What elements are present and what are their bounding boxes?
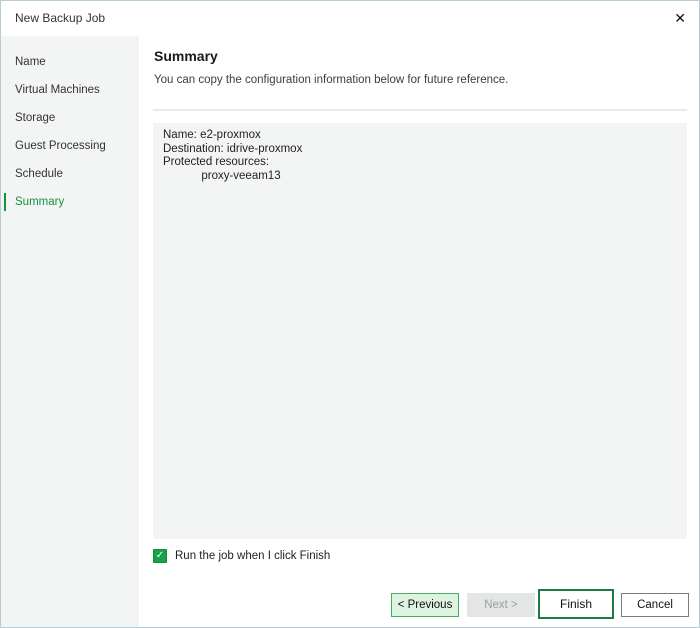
sidebar-item-virtual-machines[interactable]: Virtual Machines <box>1 76 139 104</box>
page-title: Summary <box>154 48 218 64</box>
finish-button[interactable]: Finish <box>538 589 614 619</box>
sidebar-item-label: Summary <box>15 196 64 208</box>
sidebar-item-guest-processing[interactable]: Guest Processing <box>1 132 139 160</box>
sidebar-item-storage[interactable]: Storage <box>1 104 139 132</box>
configuration-summary-box[interactable]: Name: e2-proxmox Destination: idrive-pro… <box>153 123 687 539</box>
sidebar-item-label: Schedule <box>15 168 63 180</box>
run-job-checkbox-label: Run the job when I click Finish <box>175 550 330 562</box>
header-divider <box>153 109 687 111</box>
sidebar-item-label: Virtual Machines <box>15 84 100 96</box>
new-backup-job-window: { "window": { "title": "New Backup Job",… <box>0 0 700 628</box>
window-title: New Backup Job <box>15 1 105 36</box>
sidebar-item-summary[interactable]: Summary <box>1 188 139 216</box>
next-button[interactable]: Next > <box>467 593 535 617</box>
summary-line-destination: Destination: idrive-proxmox <box>163 143 677 157</box>
summary-line-resource-item: proxy-veeam13 <box>163 170 677 184</box>
close-icon[interactable]: ✕ <box>674 10 686 26</box>
sidebar-item-label: Storage <box>15 112 55 124</box>
cancel-button[interactable]: Cancel <box>621 593 689 617</box>
run-job-checkbox-row[interactable]: ✓ Run the job when I click Finish <box>153 549 330 563</box>
sidebar-item-name[interactable]: Name <box>1 48 139 76</box>
title-bar: New Backup Job ✕ <box>1 1 699 36</box>
page-subtitle: You can copy the configuration informati… <box>154 74 508 86</box>
summary-line-name: Name: e2-proxmox <box>163 129 677 143</box>
sidebar-item-schedule[interactable]: Schedule <box>1 160 139 188</box>
run-job-checkbox[interactable]: ✓ <box>153 549 167 563</box>
main-content: Summary You can copy the configuration i… <box>139 36 699 627</box>
wizard-step-sidebar: Name Virtual Machines Storage Guest Proc… <box>1 36 139 627</box>
previous-button[interactable]: < Previous <box>391 593 459 617</box>
summary-line-protected-resources: Protected resources: <box>163 156 677 170</box>
active-step-indicator <box>4 193 6 211</box>
sidebar-item-label: Name <box>15 56 46 68</box>
sidebar-item-label: Guest Processing <box>15 140 106 152</box>
